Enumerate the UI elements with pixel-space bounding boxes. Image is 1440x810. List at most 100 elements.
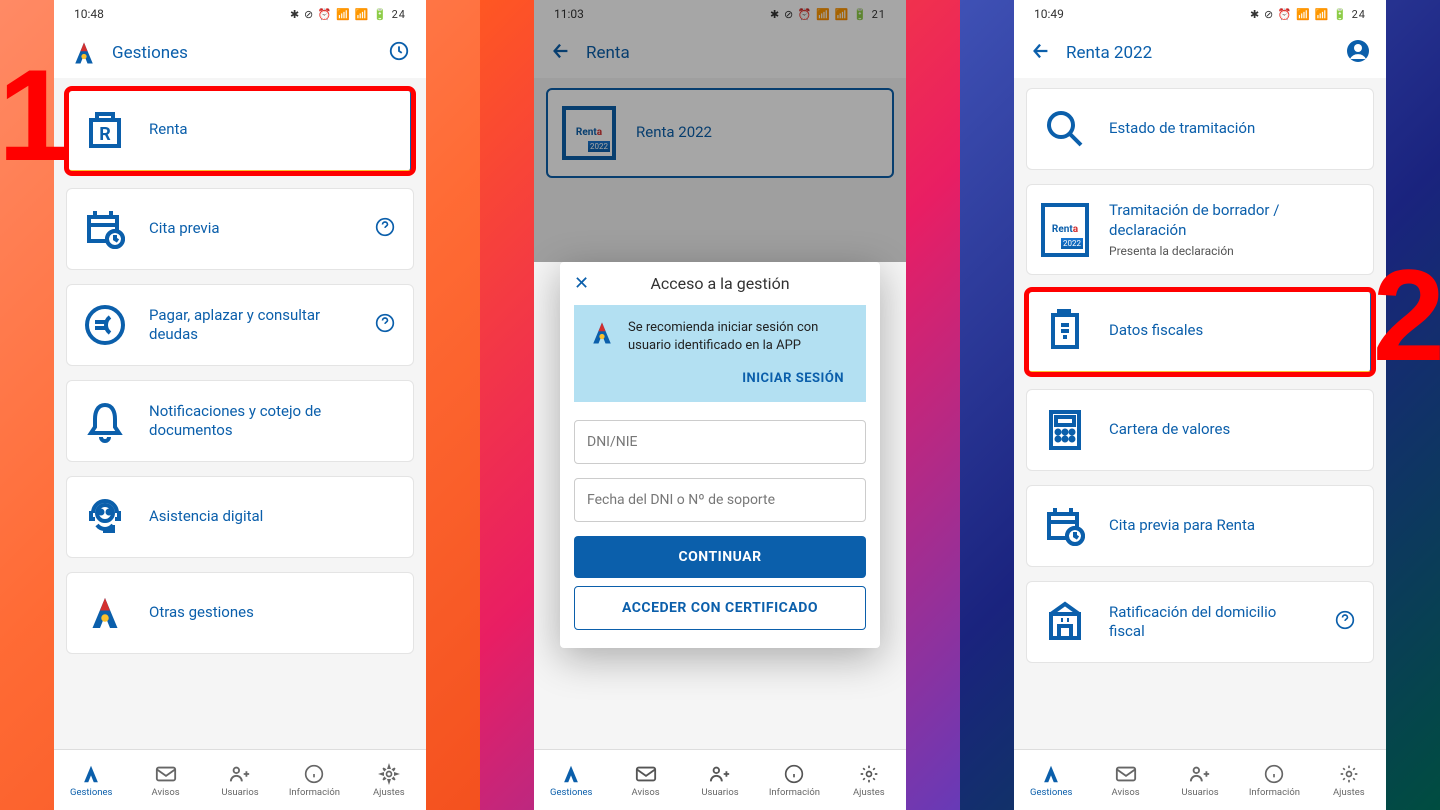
status-time: 10:48 bbox=[74, 7, 104, 21]
card-label: Notificaciones y cotejo de documentos bbox=[149, 402, 399, 441]
card-cita-previa-renta[interactable]: Cita previa para Renta bbox=[1026, 485, 1374, 567]
aeat-logo-icon bbox=[588, 319, 616, 351]
status-bar: 10:49 ✱ ⊘ ⏰ 📶 📶 🔋 24 bbox=[1014, 0, 1386, 28]
nav-label: Usuarios bbox=[221, 787, 258, 798]
card-notificaciones[interactable]: Notificaciones y cotejo de documentos bbox=[66, 380, 414, 462]
help-icon[interactable] bbox=[375, 313, 399, 337]
card-datos-fiscales[interactable]: Datos fiscales bbox=[1026, 289, 1374, 375]
nav-label: Información bbox=[289, 787, 340, 798]
login-modal: ✕ Acceso a la gestión Se recomienda inic… bbox=[560, 262, 880, 648]
fecha-dni-input[interactable]: Fecha del DNI o Nº de soporte bbox=[574, 478, 866, 522]
login-link[interactable]: INICIAR SESIÓN bbox=[588, 355, 850, 392]
phone-screen-login: 11:03 ✱ ⊘ ⏰ 📶 📶 🔋 21 Renta Renta2022 Ren… bbox=[534, 0, 906, 810]
aeat-logo-icon bbox=[70, 39, 98, 67]
back-icon[interactable] bbox=[1030, 40, 1052, 66]
nav-label: Avisos bbox=[1112, 787, 1140, 798]
info-icon bbox=[1264, 763, 1284, 785]
dni-input[interactable]: DNI/NIE bbox=[574, 420, 866, 464]
users-icon bbox=[1189, 763, 1211, 785]
nav-gestiones[interactable]: Gestiones bbox=[1014, 750, 1088, 810]
nav-label: Gestiones bbox=[70, 787, 112, 798]
card-sublabel: Presenta la declaración bbox=[1109, 244, 1359, 258]
nav-usuarios[interactable]: Usuarios bbox=[203, 750, 277, 810]
document-data-icon bbox=[1041, 307, 1089, 355]
gear-icon bbox=[1339, 763, 1359, 785]
support-agent-icon bbox=[81, 493, 129, 541]
svg-text:R: R bbox=[99, 124, 111, 145]
calendar-clock-icon bbox=[81, 205, 129, 253]
mail-icon bbox=[155, 763, 177, 785]
card-renta[interactable]: R Renta bbox=[66, 88, 414, 174]
card-label: Otras gestiones bbox=[149, 603, 399, 623]
nav-avisos[interactable]: Avisos bbox=[128, 750, 202, 810]
card-estado-tramitacion[interactable]: Estado de tramitación bbox=[1026, 88, 1374, 170]
card-asistencia[interactable]: Asistencia digital bbox=[66, 476, 414, 558]
card-label: Tramitación de borrador / declaración bbox=[1109, 201, 1359, 240]
card-ratificacion-domicilio[interactable]: Ratificación del domicilio fiscal bbox=[1026, 581, 1374, 663]
nav-label: Ajustes bbox=[1333, 787, 1365, 798]
nav-label: Ajustes bbox=[373, 787, 405, 798]
status-icons: ✱ ⊘ ⏰ 📶 📶 🔋 24 bbox=[1250, 8, 1366, 21]
card-label: Estado de tramitación bbox=[1109, 119, 1359, 139]
bottom-nav: Gestiones Avisos Usuarios Información Aj… bbox=[1014, 749, 1386, 810]
step-number-1: 1 bbox=[0, 40, 70, 190]
card-cita-previa[interactable]: Cita previa bbox=[66, 188, 414, 270]
modal-title: Acceso a la gestión bbox=[576, 274, 864, 293]
nav-gestiones[interactable]: Gestiones bbox=[54, 750, 128, 810]
account-icon[interactable] bbox=[1346, 39, 1370, 67]
card-pagar-deudas[interactable]: Pagar, aplazar y consultar deudas bbox=[66, 284, 414, 366]
status-time: 10:49 bbox=[1034, 7, 1064, 21]
nav-avisos[interactable]: Avisos bbox=[1088, 750, 1162, 810]
info-banner: Se recomienda iniciar sesión con usuario… bbox=[574, 305, 866, 402]
nav-ajustes[interactable]: Ajustes bbox=[1312, 750, 1386, 810]
history-icon[interactable] bbox=[388, 40, 410, 66]
aeat-logo-icon bbox=[81, 589, 129, 637]
info-text: Se recomienda iniciar sesión con usuario… bbox=[628, 319, 850, 355]
card-borrador-declaracion[interactable]: Renta2022 Tramitación de borrador / decl… bbox=[1026, 184, 1374, 275]
page-title: Gestiones bbox=[112, 43, 374, 63]
info-icon bbox=[304, 763, 324, 785]
card-label: Pagar, aplazar y consultar deudas bbox=[149, 306, 355, 345]
renta-2022-icon: Renta2022 bbox=[1041, 203, 1089, 257]
users-icon bbox=[229, 763, 251, 785]
status-bar: 10:48 ✱ ⊘ ⏰ 📶 📶 🔋 24 bbox=[54, 0, 426, 28]
bell-icon bbox=[81, 397, 129, 445]
renta-icon: R bbox=[81, 106, 129, 154]
card-label: Cita previa bbox=[149, 219, 355, 239]
phone-screen-gestiones: 10:48 ✱ ⊘ ⏰ 📶 📶 🔋 24 Gestiones R Renta bbox=[54, 0, 426, 810]
status-icons: ✱ ⊘ ⏰ 📶 📶 🔋 24 bbox=[290, 8, 406, 21]
help-icon[interactable] bbox=[1335, 610, 1359, 634]
nav-label: Usuarios bbox=[1181, 787, 1218, 798]
nav-usuarios[interactable]: Usuarios bbox=[1163, 750, 1237, 810]
building-icon bbox=[1041, 598, 1089, 646]
nav-label: Avisos bbox=[152, 787, 180, 798]
card-label: Renta bbox=[149, 120, 396, 140]
page-title: Renta 2022 bbox=[1066, 43, 1332, 63]
step-number-2: 2 bbox=[1373, 240, 1440, 390]
gear-icon bbox=[379, 763, 399, 785]
card-label: Datos fiscales bbox=[1109, 321, 1356, 341]
continue-button[interactable]: CONTINUAR bbox=[574, 536, 866, 578]
close-icon[interactable]: ✕ bbox=[574, 273, 589, 294]
nav-informacion[interactable]: Información bbox=[1237, 750, 1311, 810]
card-otras-gestiones[interactable]: Otras gestiones bbox=[66, 572, 414, 654]
card-label: Asistencia digital bbox=[149, 507, 399, 527]
certificate-button[interactable]: ACCEDER CON CERTIFICADO bbox=[574, 586, 866, 630]
nav-label: Gestiones bbox=[1030, 787, 1072, 798]
bottom-nav: Gestiones Avisos Usuarios Información Aj… bbox=[54, 749, 426, 810]
card-label: Cartera de valores bbox=[1109, 420, 1359, 440]
calendar-clock-icon bbox=[1041, 502, 1089, 550]
card-cartera-valores[interactable]: Cartera de valores bbox=[1026, 389, 1374, 471]
help-icon[interactable] bbox=[375, 217, 399, 241]
aeat-logo-icon bbox=[1040, 763, 1062, 785]
aeat-logo-icon bbox=[80, 763, 102, 785]
nav-informacion[interactable]: Información bbox=[277, 750, 351, 810]
phone-screen-renta-2022: 10:49 ✱ ⊘ ⏰ 📶 📶 🔋 24 Renta 2022 Estado d… bbox=[1014, 0, 1386, 810]
card-label: Cita previa para Renta bbox=[1109, 516, 1359, 536]
nav-label: Información bbox=[1249, 787, 1300, 798]
mail-icon bbox=[1115, 763, 1137, 785]
search-icon bbox=[1041, 105, 1089, 153]
card-label: Ratificación del domicilio fiscal bbox=[1109, 603, 1315, 642]
euro-icon bbox=[81, 301, 129, 349]
nav-ajustes[interactable]: Ajustes bbox=[352, 750, 426, 810]
